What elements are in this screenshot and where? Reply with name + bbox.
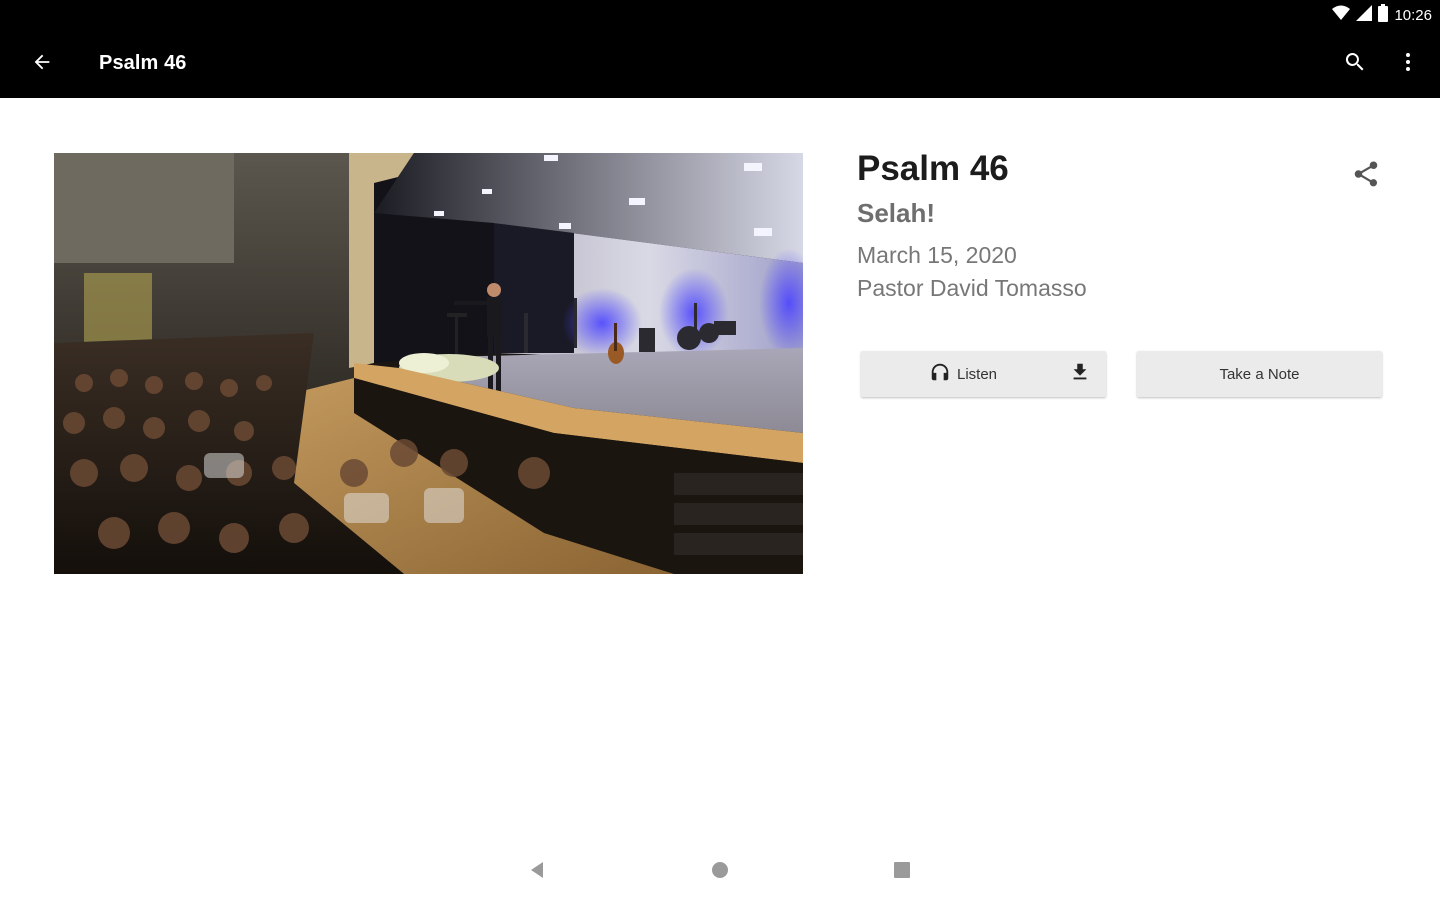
cell-signal-icon: [1356, 4, 1373, 26]
sermon-title: Psalm 46: [857, 149, 1009, 188]
share-icon: [1351, 159, 1381, 194]
sermon-image: [54, 153, 803, 574]
more-vert-icon: [1396, 50, 1420, 79]
headphones-icon: [929, 361, 951, 387]
sermon-date: March 15, 2020: [857, 242, 1017, 268]
arrow-back-icon: [31, 51, 53, 78]
nav-recents-button[interactable]: [884, 854, 920, 890]
search-button[interactable]: [1335, 44, 1375, 84]
back-button[interactable]: [22, 44, 62, 84]
download-icon: [1069, 361, 1091, 387]
system-nav-bar: [0, 840, 1440, 900]
download-button[interactable]: [1068, 362, 1092, 386]
recents-square-icon: [893, 861, 911, 884]
status-time: 10:26: [1394, 6, 1432, 24]
listen-button[interactable]: Listen: [929, 361, 997, 387]
wifi-icon: [1332, 5, 1351, 26]
sermon-series: Selah!: [857, 198, 936, 228]
share-button[interactable]: [1345, 155, 1387, 197]
battery-icon: [1378, 3, 1389, 27]
status-bar: 10:26: [0, 0, 1440, 30]
take-note-label: Take a Note: [1219, 365, 1300, 383]
back-triangle-icon: [528, 861, 546, 884]
overflow-menu-button[interactable]: [1388, 44, 1428, 84]
take-note-button[interactable]: Take a Note: [1137, 351, 1382, 397]
listen-label: Listen: [957, 365, 998, 383]
sermon-info: Psalm 46 Selah! March 15, 2020 Pastor Da…: [857, 148, 1397, 303]
status-icons: 10:26: [1332, 3, 1432, 27]
nav-home-button[interactable]: [702, 854, 738, 890]
sermon-detail-screen: 10:26 Psalm 46 Psalm 46 Selah! March 15,…: [0, 0, 1440, 900]
search-icon: [1343, 50, 1367, 79]
nav-back-button[interactable]: [519, 854, 555, 890]
app-toolbar: Psalm 46: [0, 30, 1440, 98]
toolbar-title: Psalm 46: [99, 52, 187, 74]
sermon-speaker: Pastor David Tomasso: [857, 275, 1087, 301]
listen-button-group: Listen: [861, 351, 1106, 397]
home-circle-icon: [711, 861, 729, 884]
